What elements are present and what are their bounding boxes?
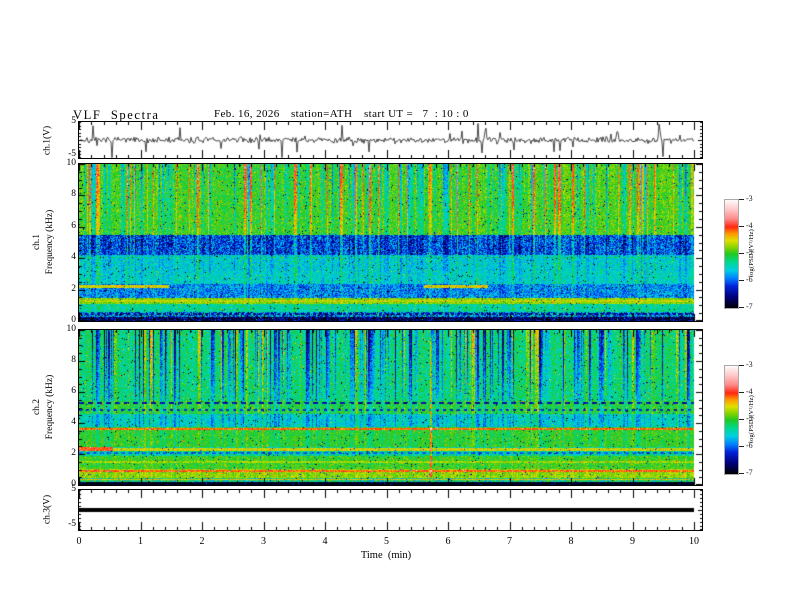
x-tick-label: 0 [76, 536, 82, 547]
y-tick-label: 6 [71, 386, 76, 396]
ch1-waveform-panel [78, 121, 703, 159]
colorbar-tick-mark [739, 253, 744, 254]
vlf-spectra-figure: VLF Spectra Feb. 16, 2026 station=ATH st… [0, 0, 792, 612]
y-tick-label: 8 [71, 189, 76, 199]
colorbar-tick-label: -5 [746, 414, 753, 423]
header-station: station=ATH [291, 108, 353, 120]
y-tick-label: 6 [71, 221, 76, 231]
colorbar-tick-label: -7 [746, 468, 753, 477]
y-tick-label: 5 [71, 484, 76, 494]
colorbar-tick-label: -5 [746, 248, 753, 257]
colorbar-tick-mark [739, 446, 744, 447]
y-tick-label: 2 [71, 284, 76, 294]
x-tick-label: 9 [630, 536, 635, 547]
y-tick-label: 4 [71, 417, 76, 427]
colorbar-tick-label: -4 [746, 387, 753, 396]
ch1-spectrogram-canvas [79, 164, 702, 321]
colorbar-tick-mark [739, 419, 744, 420]
colorbar-ch2 [724, 365, 739, 475]
x-tick-label: 3 [261, 536, 266, 547]
header-date: Feb. 16, 2026 [214, 108, 280, 120]
ch1-waveform-canvas [79, 122, 702, 158]
colorbar-tick-label: -6 [746, 441, 753, 450]
colorbar-tick-mark [739, 199, 744, 200]
ch1-spectrogram-panel [78, 163, 703, 322]
x-tick-label: 5 [384, 536, 389, 547]
header-start-ut: start UT = 7 : 10 : 0 [364, 108, 469, 120]
x-tick-label: 4 [322, 536, 328, 547]
ch1-spec-ylabel: ch.1 Frequency (kHz) [31, 162, 57, 322]
x-tick-label: 10 [689, 536, 699, 547]
ch2-spectrogram-panel [78, 329, 703, 486]
ch2-spectrogram-canvas [79, 330, 702, 485]
y-tick-label: 10 [66, 324, 77, 334]
colorbar-tick-label: -7 [746, 302, 753, 311]
x-tick-label: 6 [445, 536, 451, 547]
y-tick-label: -5 [68, 519, 76, 529]
colorbar-ch1 [724, 199, 739, 309]
ch2-spec-freq-label: Frequency (kHz) [45, 374, 55, 440]
y-tick-label: 4 [71, 252, 76, 262]
colorbar-tick-mark [739, 226, 744, 227]
ch2-spec-ylabel: ch.2 Frequency (kHz) [31, 327, 57, 487]
colorbar-tick-mark [739, 280, 744, 281]
ch1-spec-freq-label: Frequency (kHz) [45, 209, 55, 275]
x-axis-title: Time (min) [360, 550, 412, 561]
colorbar-tick-mark [739, 392, 744, 393]
x-tick-label: 7 [507, 536, 512, 547]
x-tick-label: 2 [199, 536, 205, 547]
x-tick-label: 1 [138, 536, 143, 547]
colorbar-tick-label: -3 [746, 360, 753, 369]
ch3-waveform-canvas [79, 490, 702, 530]
colorbar-tick-mark [739, 307, 744, 308]
y-tick-label: 10 [66, 158, 77, 168]
x-tick-label: 8 [568, 536, 574, 547]
ch2-spec-channel-label: ch.2 [32, 398, 42, 416]
colorbar-tick-mark [739, 473, 744, 474]
y-tick-label: 8 [71, 355, 76, 365]
colorbar-tick-mark [739, 365, 744, 366]
colorbar-tick-label: -6 [746, 275, 753, 284]
ch1-spec-channel-label: ch.1 [32, 233, 42, 251]
ch3-waveform-panel [78, 489, 703, 531]
y-tick-label: 5 [71, 116, 76, 126]
colorbar-tick-label: -3 [746, 194, 753, 203]
colorbar-tick-label: -4 [746, 221, 753, 230]
y-tick-label: 2 [71, 448, 76, 458]
